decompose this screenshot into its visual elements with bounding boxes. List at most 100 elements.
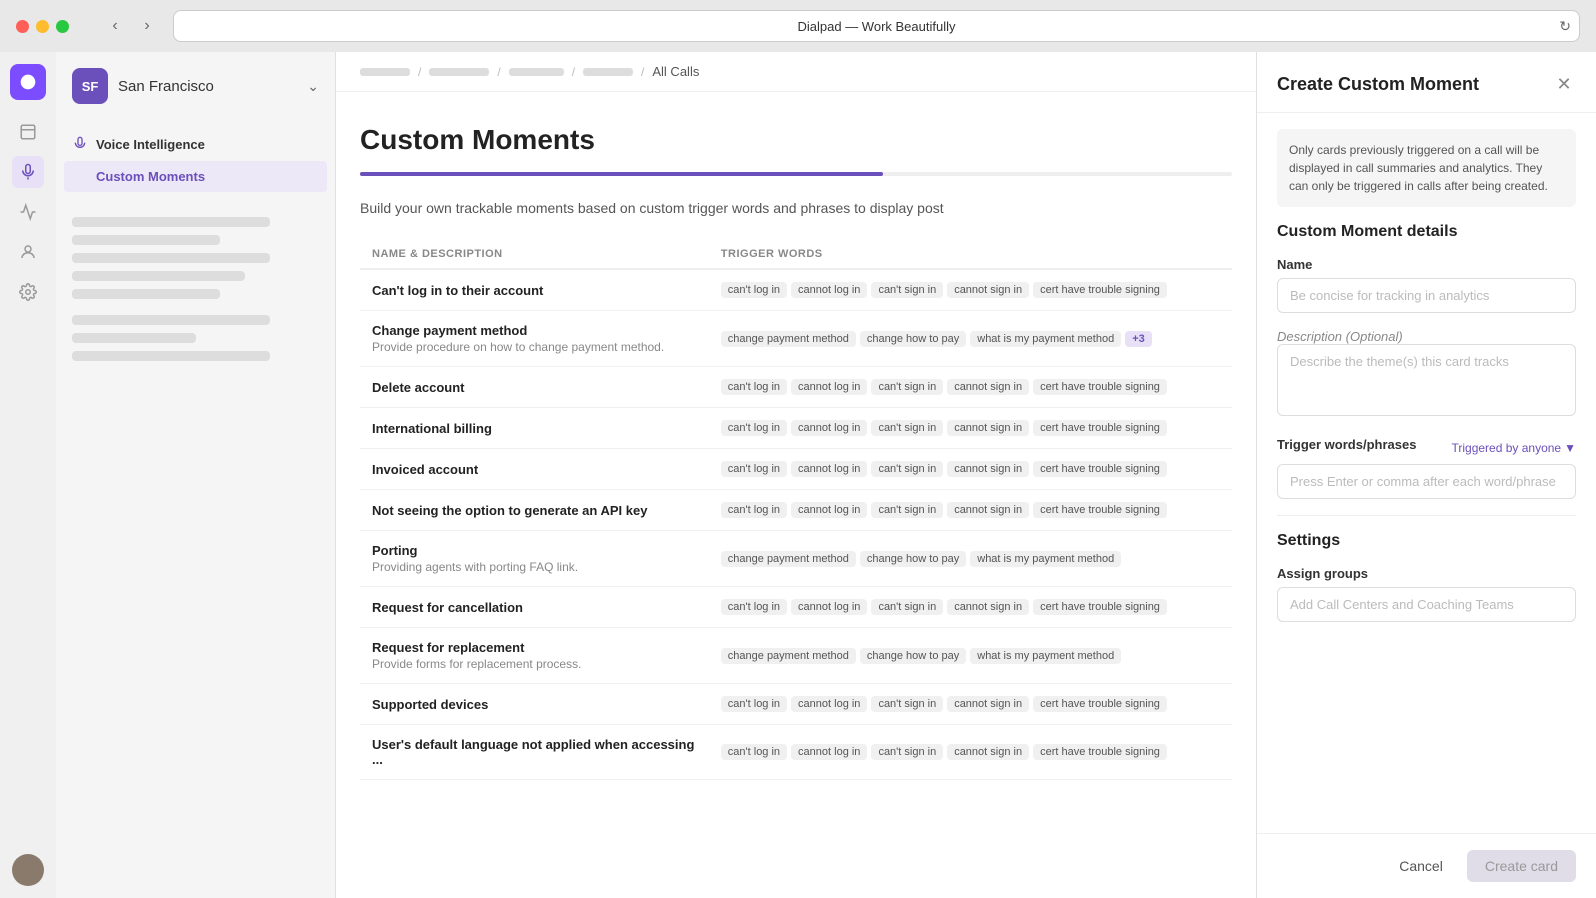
trigger-tag: change payment method <box>721 551 856 567</box>
trigger-tags-cell: can't log incannot log incan't sign inca… <box>709 587 1232 628</box>
app-logo <box>10 64 46 100</box>
trigger-tag: can't sign in <box>871 599 943 615</box>
trigger-tags-cell: change payment methodchange how to paywh… <box>709 311 1232 367</box>
moment-name-cell: Request for replacementProvide forms for… <box>360 628 709 684</box>
trigger-row: Trigger words/phrases Triggered by anyon… <box>1277 437 1576 458</box>
trigger-tag: can't log in <box>721 502 787 518</box>
description-input[interactable] <box>1277 344 1576 416</box>
moment-name-cell: International billing <box>360 408 709 449</box>
progress-bar <box>360 172 883 176</box>
table-row[interactable]: Request for replacementProvide forms for… <box>360 628 1232 684</box>
col-header-triggers: TRIGGER WORDS <box>709 240 1232 269</box>
trigger-tag: change how to pay <box>860 551 966 567</box>
moment-name: Porting <box>372 543 697 558</box>
workspace-name: San Francisco <box>118 78 297 95</box>
moment-name: International billing <box>372 421 697 436</box>
trigger-tag: cert have trouble signing <box>1033 379 1167 395</box>
cancel-button[interactable]: Cancel <box>1387 850 1455 882</box>
table-row[interactable]: Invoiced accountcan't log incannot log i… <box>360 449 1232 490</box>
sidebar-icon-voice[interactable] <box>12 156 44 188</box>
settings-title: Settings <box>1277 532 1576 550</box>
moment-name-cell: PortingProviding agents with porting FAQ… <box>360 531 709 587</box>
table-row[interactable]: Supported devices can't log incannot log … <box>360 684 1232 725</box>
moment-name: Supported devices <box>372 697 697 712</box>
back-button[interactable]: ‹ <box>101 12 129 40</box>
moment-name-cell: Change payment methodProvide procedure o… <box>360 311 709 367</box>
assign-groups-input[interactable] <box>1277 587 1576 622</box>
table-row[interactable]: International billingcan't log incannot … <box>360 408 1232 449</box>
right-panel: Create Custom Moment ✕ Only cards previo… <box>1256 52 1596 898</box>
workspace-header[interactable]: SF San Francisco ⌄ <box>56 52 335 120</box>
trigger-tag: what is my payment method <box>970 551 1121 567</box>
moment-name-cell: Can't log in to their account <box>360 269 709 311</box>
forward-button[interactable]: › <box>133 12 161 40</box>
close-button[interactable] <box>16 20 29 33</box>
trigger-tag: cannot log in <box>791 696 867 712</box>
content-area: Custom Moments Build your own trackable … <box>336 92 1256 898</box>
moment-desc: Provide procedure on how to change payme… <box>372 340 697 354</box>
app: SF San Francisco ⌄ Voice Intelligence Cu… <box>0 52 1596 898</box>
trigger-tag: cannot sign in <box>947 744 1029 760</box>
sidebar-icon-analytics[interactable] <box>12 196 44 228</box>
trigger-tag: can't log in <box>721 696 787 712</box>
assign-label: Assign groups <box>1277 566 1576 581</box>
trigger-tag: cannot log in <box>791 744 867 760</box>
table-row[interactable]: Change payment methodProvide procedure o… <box>360 311 1232 367</box>
trigger-tags-cell: change payment methodchange how to paywh… <box>709 531 1232 587</box>
maximize-button[interactable] <box>56 20 69 33</box>
table-row[interactable]: Delete accountcan't log incannot log inc… <box>360 367 1232 408</box>
reload-button[interactable]: ↻ <box>1559 18 1571 35</box>
sidebar-icon-contacts[interactable] <box>12 236 44 268</box>
trigger-tag: cert have trouble signing <box>1033 420 1167 436</box>
sidebar-icon-settings[interactable] <box>12 276 44 308</box>
icon-sidebar <box>0 52 56 898</box>
moments-table: NAME & DESCRIPTION TRIGGER WORDS Can't l… <box>360 240 1232 780</box>
breadcrumb-current: All Calls <box>652 64 699 79</box>
panel-header: Create Custom Moment ✕ <box>1257 52 1596 113</box>
workspace-avatar: SF <box>72 68 108 104</box>
trigger-tag: cert have trouble signing <box>1033 282 1167 298</box>
create-card-button[interactable]: Create card <box>1467 850 1576 882</box>
table-row[interactable]: Can't log in to their accountcan't log i… <box>360 269 1232 311</box>
triggered-by-dropdown[interactable]: Triggered by anyone ▼ <box>1451 441 1576 455</box>
trigger-tag: change how to pay <box>860 648 966 664</box>
col-header-name: NAME & DESCRIPTION <box>360 240 709 269</box>
breadcrumb-sep2: / <box>497 65 500 79</box>
description-field-group: Description (Optional) <box>1277 329 1576 421</box>
moment-desc: Provide forms for replacement process. <box>372 657 697 671</box>
user-avatar[interactable] <box>12 854 44 886</box>
table-row[interactable]: Not seeing the option to generate an API… <box>360 490 1232 531</box>
trigger-tag: cert have trouble signing <box>1033 696 1167 712</box>
breadcrumb-sep: / <box>418 65 421 79</box>
url-bar[interactable]: Dialpad — Work Beautifully ↻ <box>173 10 1580 42</box>
progress-bar-container <box>360 172 1232 176</box>
trigger-tag: cannot log in <box>791 599 867 615</box>
name-field-group: Name <box>1277 257 1576 313</box>
minimize-button[interactable] <box>36 20 49 33</box>
trigger-tags-cell: can't log incannot log incan't sign inca… <box>709 269 1232 311</box>
name-input[interactable] <box>1277 278 1576 313</box>
sidebar-nav: Voice Intelligence Custom Moments <box>56 120 335 385</box>
table-row[interactable]: User's default language not applied when… <box>360 725 1232 780</box>
url-text: Dialpad — Work Beautifully <box>798 19 956 34</box>
panel-title: Create Custom Moment <box>1277 74 1479 95</box>
table-row[interactable]: Request for cancellationcan't log incann… <box>360 587 1232 628</box>
title-bar: ‹ › Dialpad — Work Beautifully ↻ <box>0 0 1596 52</box>
traffic-lights <box>16 20 69 33</box>
name-label: Name <box>1277 257 1576 272</box>
trigger-tag: can't sign in <box>871 696 943 712</box>
trigger-tag: what is my payment method <box>970 648 1121 664</box>
panel-close-button[interactable]: ✕ <box>1552 72 1576 96</box>
trigger-tag: can't sign in <box>871 744 943 760</box>
moment-name-cell: User's default language not applied when… <box>360 725 709 780</box>
trigger-input[interactable] <box>1277 464 1576 499</box>
moment-name: Not seeing the option to generate an API… <box>372 503 697 518</box>
trigger-tag: can't sign in <box>871 379 943 395</box>
trigger-tags-cell: can't log incannot log incan't sign inca… <box>709 367 1232 408</box>
nav-item-custom-moments[interactable]: Custom Moments <box>64 161 327 192</box>
trigger-tag: can't log in <box>721 744 787 760</box>
breadcrumb-sep3: / <box>572 65 575 79</box>
trigger-tag: can't log in <box>721 379 787 395</box>
sidebar-icon-home[interactable] <box>12 116 44 148</box>
table-row[interactable]: PortingProviding agents with porting FAQ… <box>360 531 1232 587</box>
